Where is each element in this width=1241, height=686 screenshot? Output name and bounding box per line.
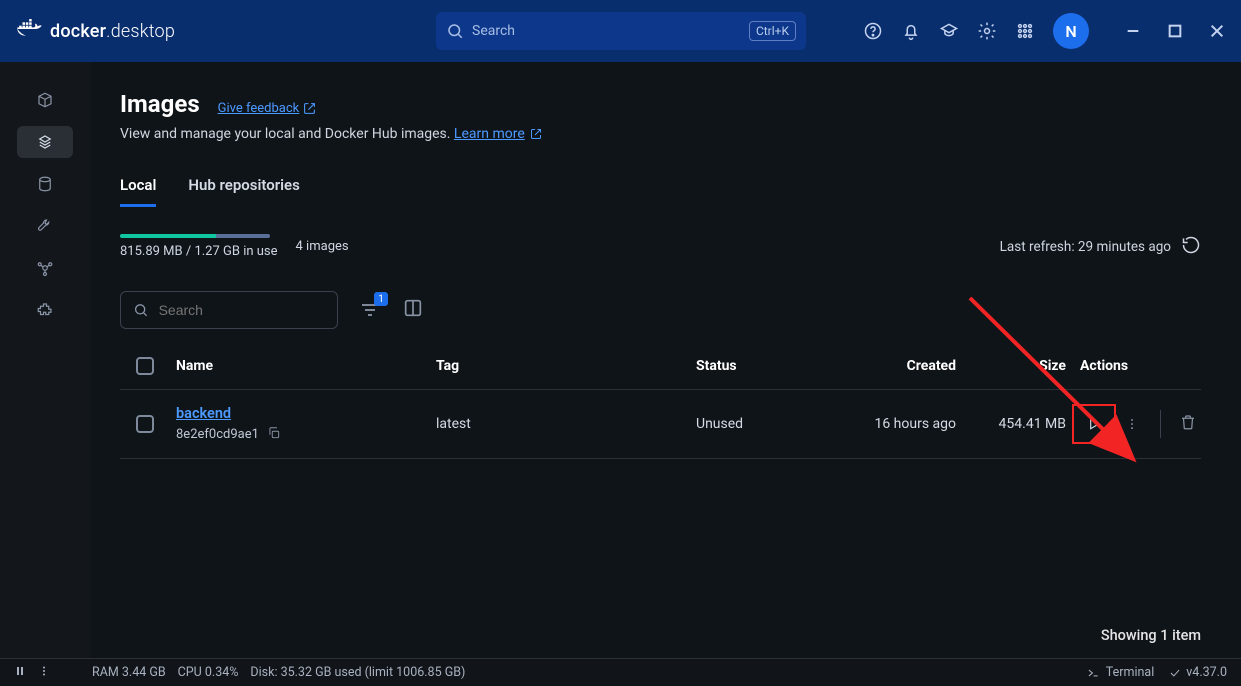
last-refresh-text: Last refresh: 29 minutes ago — [1000, 239, 1171, 255]
th-actions: Actions — [1066, 358, 1216, 374]
disk-stat: Disk: 35.32 GB used (limit 1006.85 GB) — [250, 665, 465, 680]
tab-local[interactable]: Local — [120, 176, 156, 207]
sidebar-item-volumes[interactable] — [17, 168, 73, 200]
titlebar-actions: N — [847, 13, 1225, 49]
minimize-button[interactable] — [1125, 23, 1141, 39]
sidebar-item-dev-env[interactable] — [17, 252, 73, 284]
docker-whale-icon — [16, 19, 44, 43]
learning-icon[interactable] — [939, 21, 959, 41]
search-shortcut: Ctrl+K — [749, 21, 796, 41]
filter-button[interactable]: 1 — [358, 298, 382, 322]
th-name[interactable]: Name — [176, 358, 436, 374]
apps-grid-icon[interactable] — [1015, 21, 1035, 41]
divider — [1160, 410, 1161, 438]
table-header: Name Tag Status Created Size Actions — [120, 357, 1201, 390]
maximize-button[interactable] — [1167, 23, 1183, 39]
filter-badge: 1 — [374, 292, 388, 306]
cpu-stat: CPU 0.34% — [178, 665, 239, 680]
disk-usage-text: 815.89 MB / 1.27 GB in use — [120, 244, 278, 259]
give-feedback-link[interactable]: Give feedback — [218, 101, 317, 116]
th-status[interactable]: Status — [696, 358, 836, 374]
refresh-icon[interactable] — [1181, 235, 1201, 259]
select-all-checkbox[interactable] — [136, 357, 154, 375]
image-created: 16 hours ago — [836, 416, 956, 432]
sidebar — [0, 62, 90, 658]
image-status: Unused — [696, 416, 836, 432]
page-title: Images — [120, 90, 200, 118]
delete-button[interactable] — [1179, 413, 1197, 435]
learn-more-link[interactable]: Learn more — [454, 126, 525, 142]
bell-icon[interactable] — [901, 21, 921, 41]
copy-icon[interactable] — [267, 426, 281, 444]
global-search[interactable]: Search Ctrl+K — [436, 12, 806, 50]
image-tag: latest — [436, 416, 696, 432]
user-avatar[interactable]: N — [1053, 13, 1089, 49]
tab-hub[interactable]: Hub repositories — [188, 176, 299, 207]
terminal-button[interactable]: Terminal — [1086, 665, 1154, 680]
showing-count: Showing 1 item — [1101, 627, 1201, 644]
disk-usage-bar — [120, 234, 270, 238]
columns-button[interactable] — [402, 297, 424, 323]
images-search-input[interactable] — [159, 302, 325, 318]
table-row: backend 8e2ef0cd9ae1 latest Unused 16 ho… — [120, 390, 1201, 459]
pause-icon[interactable] — [14, 665, 26, 681]
sidebar-item-containers[interactable] — [17, 84, 73, 116]
logo: docker.desktop — [16, 19, 436, 43]
run-button[interactable] — [1072, 404, 1116, 444]
global-search-placeholder: Search — [472, 23, 741, 39]
statusbar: RAM 3.44 GB CPU 0.34% Disk: 35.32 GB use… — [0, 658, 1241, 686]
close-button[interactable] — [1209, 23, 1225, 39]
th-tag[interactable]: Tag — [436, 358, 696, 374]
image-name-link[interactable]: backend — [176, 405, 231, 422]
settings-icon[interactable] — [977, 21, 997, 41]
images-table: Name Tag Status Created Size Actions bac… — [120, 357, 1201, 459]
tabs: Local Hub repositories — [120, 176, 1201, 208]
sidebar-item-builds[interactable] — [17, 210, 73, 242]
image-size: 454.41 MB — [956, 416, 1066, 432]
page-subtitle: View and manage your local and Docker Hu… — [120, 126, 1201, 142]
sidebar-item-images[interactable] — [17, 126, 73, 158]
ram-stat: RAM 3.44 GB — [92, 665, 166, 680]
th-size[interactable]: Size — [956, 358, 1066, 374]
titlebar: docker.desktop Search Ctrl+K N — [0, 0, 1241, 62]
more-actions-button[interactable] — [1122, 410, 1142, 438]
images-search[interactable] — [120, 291, 338, 329]
sidebar-item-extensions[interactable] — [17, 294, 73, 326]
image-count: 4 images — [296, 239, 349, 254]
th-created[interactable]: Created — [836, 358, 956, 374]
main-content: Images Give feedback View and manage you… — [90, 62, 1241, 658]
row-checkbox[interactable] — [136, 415, 154, 433]
statusbar-menu-icon[interactable] — [38, 665, 50, 681]
image-id: 8e2ef0cd9ae1 — [176, 427, 259, 442]
help-icon[interactable] — [863, 21, 883, 41]
window-controls — [1125, 23, 1225, 39]
version-label[interactable]: v4.37.0 — [1168, 665, 1227, 680]
logo-text: docker.desktop — [50, 21, 175, 42]
